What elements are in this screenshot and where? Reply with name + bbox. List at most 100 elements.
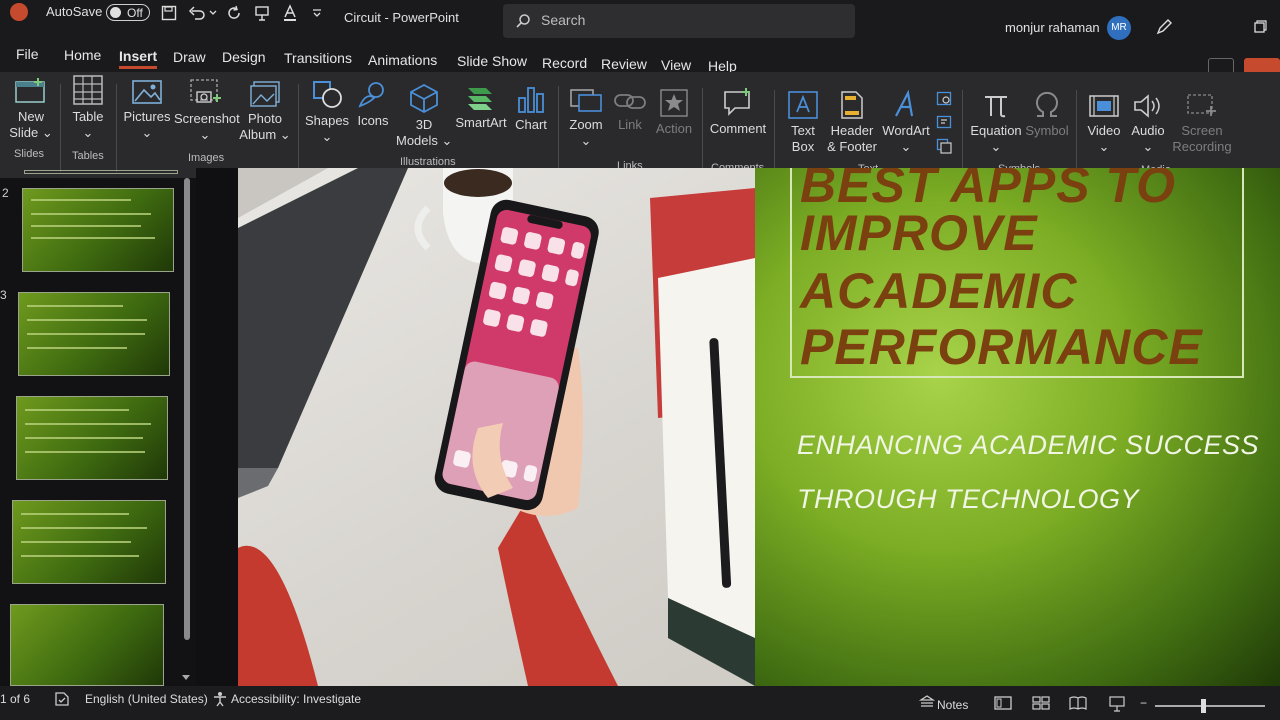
notes-button[interactable]: Notes xyxy=(937,698,968,712)
3d-models-button[interactable]: 3D Models ⌄ xyxy=(396,82,452,149)
slide-thumbnail-4[interactable] xyxy=(16,396,168,480)
chevron-down-icon: ⌄ xyxy=(990,139,1002,154)
chevron-down-icon: ⌄ xyxy=(441,133,453,148)
icons-button[interactable]: Icons xyxy=(352,80,394,129)
smartart-button[interactable]: SmartArt xyxy=(452,84,510,131)
zoom-slider[interactable] xyxy=(1155,705,1265,707)
separator xyxy=(558,86,559,174)
chevron-down-icon: ⌄ xyxy=(199,127,211,142)
ribbon-insert: New Slide ⌄ Slides Table ⌄ Tables Pictur… xyxy=(0,72,1280,178)
slideshow-icon[interactable] xyxy=(1108,696,1126,712)
undo-icon[interactable] xyxy=(188,5,206,21)
link-button[interactable]: Link xyxy=(610,88,650,133)
chart-button[interactable]: Chart xyxy=(512,84,550,133)
slide-photo[interactable] xyxy=(238,168,755,686)
thumb-text-line xyxy=(25,423,151,425)
comment-button[interactable]: Comment xyxy=(708,88,768,137)
separator xyxy=(116,84,117,172)
tab-transitions[interactable]: Transitions xyxy=(284,50,352,66)
restore-window-icon[interactable] xyxy=(1253,20,1267,34)
normal-view-icon[interactable] xyxy=(994,696,1012,710)
slide-canvas[interactable]: BEST APPS TO IMPROVE ACADEMIC PERFORMANC… xyxy=(238,168,1280,686)
screen-recording-button[interactable]: Screen Recording xyxy=(1172,92,1232,155)
object-icon[interactable] xyxy=(936,138,952,154)
font-color-icon[interactable] xyxy=(282,4,298,22)
group-slides: Slides xyxy=(14,148,44,160)
wordart-button[interactable]: WordArt ⌄ xyxy=(880,90,932,155)
new-slide-label-2: Slide xyxy=(9,125,39,140)
cube-icon xyxy=(410,83,438,114)
zoom-out-icon[interactable]: − xyxy=(1140,696,1147,710)
action-button[interactable]: Action xyxy=(652,88,696,137)
slide-subtitle-line-2[interactable]: THROUGH TECHNOLOGY xyxy=(797,484,1139,515)
tab-design[interactable]: Design xyxy=(222,49,266,65)
autosave-label: AutoSave xyxy=(46,4,103,19)
zoom-button[interactable]: Zoom ⌄ xyxy=(564,86,608,149)
autosave-toggle[interactable]: Off xyxy=(106,4,150,21)
shapes-button[interactable]: Shapes ⌄ xyxy=(302,80,352,145)
tab-insert[interactable]: Insert xyxy=(119,48,158,69)
user-name[interactable]: monjur rahaman xyxy=(1005,20,1100,35)
tab-animations[interactable]: Animations xyxy=(368,52,437,68)
chevron-down-icon: ⌄ xyxy=(141,125,153,140)
separator xyxy=(60,84,61,172)
text-box-button[interactable]: Text Box xyxy=(782,90,824,155)
date-time-icon[interactable] xyxy=(936,90,952,106)
photo-album-label-2: Album xyxy=(239,127,277,142)
equation-button[interactable]: Equation ⌄ xyxy=(968,90,1024,155)
screenshot-button[interactable]: Screenshot ⌄ xyxy=(174,78,240,143)
slide-title-line-3: ACADEMIC xyxy=(800,263,1078,319)
spelling-check-icon[interactable] xyxy=(54,691,70,707)
pen-icon[interactable] xyxy=(1155,18,1173,36)
tab-home[interactable]: Home xyxy=(64,47,101,63)
video-label: Video xyxy=(1087,123,1121,138)
chevron-down-icon[interactable] xyxy=(209,10,217,16)
zoom-slider-thumb[interactable] xyxy=(1201,699,1206,713)
tab-view[interactable]: View xyxy=(661,57,691,73)
reading-view-icon[interactable] xyxy=(1069,696,1087,710)
tab-slide-show[interactable]: Slide Show xyxy=(457,53,527,69)
slide-thumbnail-5[interactable] xyxy=(12,500,166,584)
slide-thumbnail-2[interactable] xyxy=(22,188,174,272)
symbol-button[interactable]: Symbol xyxy=(1024,90,1070,139)
thumb-text-line xyxy=(25,409,129,411)
title-bar: AutoSave Off Circuit - PowerPoint Search… xyxy=(0,0,1280,40)
accessibility-status[interactable]: Accessibility: Investigate xyxy=(231,692,361,706)
tab-record[interactable]: Record xyxy=(542,55,587,71)
slide-number-icon[interactable] xyxy=(936,114,952,130)
present-icon[interactable] xyxy=(254,5,270,21)
table-label: Table xyxy=(72,109,104,124)
slide-subtitle-line-1[interactable]: ENHANCING ACADEMIC SUCCESS xyxy=(797,430,1259,461)
slide-sorter-icon[interactable] xyxy=(1032,696,1050,710)
tab-review[interactable]: Review xyxy=(601,56,647,72)
screen-recording-icon xyxy=(1187,94,1216,116)
tab-draw[interactable]: Draw xyxy=(173,49,206,65)
search-placeholder: Search xyxy=(541,12,586,28)
header-footer-button[interactable]: Header & Footer xyxy=(824,90,880,155)
equation-label: Equation xyxy=(970,123,1022,138)
video-button[interactable]: Video ⌄ xyxy=(1082,92,1126,155)
customize-toolbar-icon[interactable] xyxy=(312,9,322,17)
header-footer-label-1: Header xyxy=(830,123,874,138)
photo-album-button[interactable]: Photo Album ⌄ xyxy=(238,80,292,143)
table-button[interactable]: Table ⌄ xyxy=(68,74,108,141)
new-slide-button[interactable]: New Slide ⌄ xyxy=(8,76,54,141)
chevron-down-icon: ⌄ xyxy=(580,133,592,148)
redo-icon[interactable] xyxy=(226,5,242,21)
save-icon[interactable] xyxy=(161,5,177,21)
star-icon xyxy=(660,89,688,117)
search-icon xyxy=(516,14,530,28)
audio-button[interactable]: Audio ⌄ xyxy=(1126,92,1170,155)
slide-thumbnail-3[interactable] xyxy=(18,292,170,376)
avatar[interactable]: MR xyxy=(1107,16,1131,40)
scroll-down-arrow-icon[interactable] xyxy=(181,674,191,682)
thumbnails-scrollbar[interactable] xyxy=(184,178,190,640)
tab-file[interactable]: File xyxy=(16,46,39,62)
audio-label: Audio xyxy=(1131,123,1165,138)
slide-thumbnail-6[interactable] xyxy=(10,604,164,686)
pictures-button[interactable]: Pictures ⌄ xyxy=(122,78,172,141)
search-box[interactable]: Search xyxy=(503,4,855,38)
language-indicator[interactable]: English (United States) xyxy=(85,692,208,706)
separator xyxy=(1076,90,1077,178)
3d-models-label-1: 3D xyxy=(415,117,433,132)
